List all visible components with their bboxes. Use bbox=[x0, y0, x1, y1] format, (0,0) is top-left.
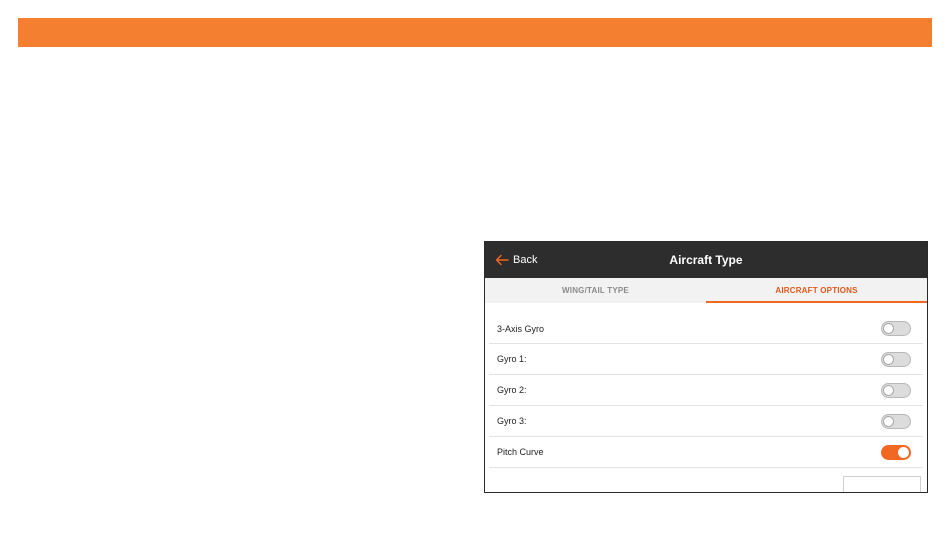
top-banner bbox=[18, 18, 932, 47]
screen-title: Aircraft Type bbox=[669, 253, 743, 267]
option-label: Gyro 1: bbox=[497, 354, 527, 364]
aircraft-type-screen: Back Aircraft Type WING/TAIL TYPE AIRCRA… bbox=[484, 241, 928, 493]
toggle-knob bbox=[883, 384, 894, 396]
option-label: Gyro 3: bbox=[497, 416, 527, 426]
gyro-3-toggle[interactable] bbox=[881, 413, 911, 429]
option-label: 3-Axis Gyro bbox=[497, 323, 545, 334]
option-list: 3-Axis Gyro Gyro 1: Gyro 2: Gyro 3: Pitc… bbox=[485, 314, 927, 468]
toggle-knob bbox=[883, 415, 894, 427]
option-row-gyro-3: Gyro 3: bbox=[489, 406, 923, 437]
tab-wing-tail-type[interactable]: WING/TAIL TYPE bbox=[485, 278, 706, 303]
pitch-curve-field[interactable] bbox=[843, 476, 921, 492]
toggle-knob bbox=[898, 446, 909, 458]
gyro-2-toggle[interactable] bbox=[881, 382, 911, 398]
gyro-1-toggle[interactable] bbox=[881, 351, 911, 367]
pitch-curve-toggle[interactable] bbox=[881, 444, 911, 460]
toggle-knob bbox=[883, 353, 894, 365]
option-row-gyro-2: Gyro 2: bbox=[489, 375, 923, 406]
option-row-3-axis-gyro: 3-Axis Gyro bbox=[489, 314, 923, 344]
title-bar: Back Aircraft Type bbox=[485, 242, 927, 278]
toggle-knob bbox=[883, 323, 894, 334]
option-row-gyro-1: Gyro 1: bbox=[489, 344, 923, 375]
option-label: Pitch Curve bbox=[497, 447, 544, 457]
option-row-pitch-curve: Pitch Curve bbox=[489, 437, 923, 468]
tab-bar: WING/TAIL TYPE AIRCRAFT OPTIONS bbox=[485, 278, 927, 303]
option-label: Gyro 2: bbox=[497, 385, 527, 395]
3-axis-gyro-toggle[interactable] bbox=[881, 321, 911, 336]
tab-aircraft-options[interactable]: AIRCRAFT OPTIONS bbox=[706, 278, 927, 303]
